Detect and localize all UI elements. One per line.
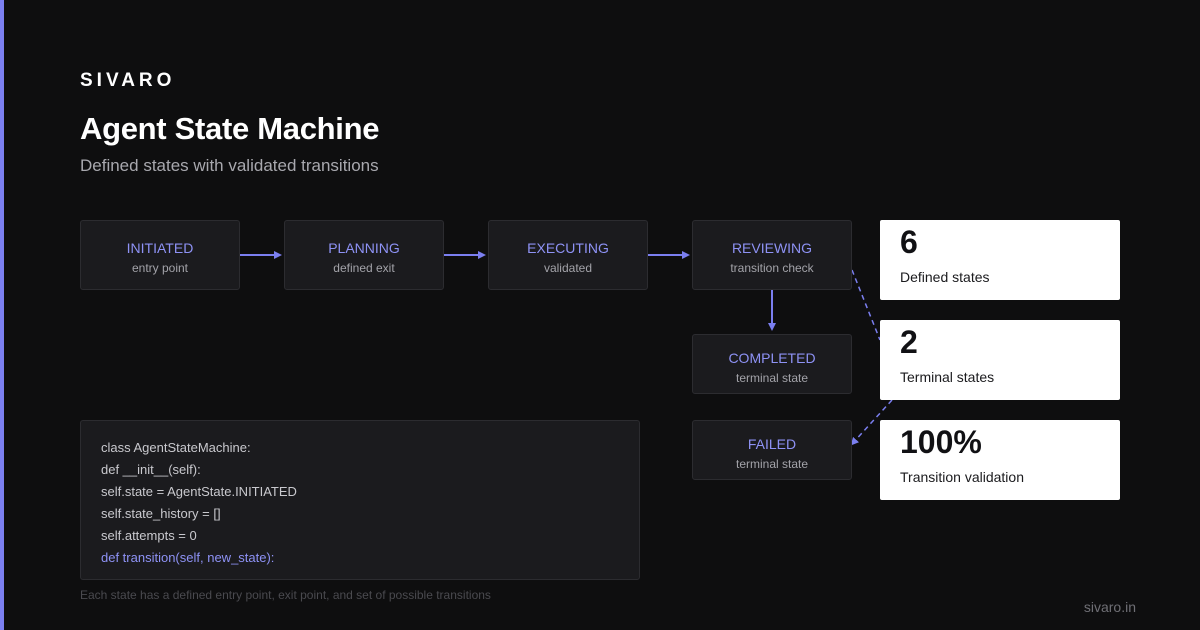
- state-name: FAILED: [747, 436, 797, 452]
- stat-label: Defined states: [900, 269, 990, 285]
- state-description: defined exit: [333, 261, 395, 275]
- stat-card-terminal-states: 2 Terminal states: [880, 320, 1120, 400]
- stat-card-transition-validation: 100% Transition validation: [880, 420, 1120, 500]
- brand-logo: SIVARO: [80, 70, 176, 91]
- code-line: self.attempts = 0: [101, 528, 197, 543]
- accent-bar: [0, 0, 4, 630]
- stat-value: 2: [900, 324, 918, 360]
- stat-value: 6: [900, 224, 918, 260]
- state-description: validated: [543, 261, 593, 275]
- code-line: def __init__(self):: [101, 462, 201, 477]
- page-title: Agent State Machine: [80, 111, 380, 146]
- state-description: terminal state: [735, 371, 809, 385]
- state-name: EXECUTING: [527, 240, 609, 256]
- code-line: self.state = AgentState.INITIATED: [101, 484, 297, 499]
- caption: Each state has a defined entry point, ex…: [80, 588, 491, 602]
- stat-card-defined-states: 6 Defined states: [880, 220, 1120, 300]
- code-line-highlighted: def transition(self, new_state):: [101, 550, 275, 565]
- code-line: self.state_history = []: [101, 506, 221, 521]
- state-planning: PLANNING defined exit: [284, 220, 444, 290]
- stat-label: Transition validation: [900, 469, 1024, 485]
- code-line: class AgentStateMachine:: [101, 440, 251, 455]
- state-name: REVIEWING: [731, 240, 813, 256]
- state-executing: EXECUTING validated: [488, 220, 648, 290]
- state-failed: FAILED terminal state: [692, 420, 852, 480]
- state-name: INITIATED: [126, 240, 194, 256]
- state-initiated: INITIATED entry point: [80, 220, 240, 290]
- state-name: COMPLETED: [728, 350, 816, 366]
- page-subtitle: Defined states with validated transition…: [80, 156, 379, 175]
- state-description: terminal state: [735, 457, 809, 471]
- stat-label: Terminal states: [900, 369, 995, 385]
- state-completed: COMPLETED terminal state: [692, 334, 852, 394]
- state-description: transition check: [730, 261, 814, 275]
- arrow-reviewing-stat-link: [851, 269, 881, 341]
- stat-value: 100%: [900, 424, 982, 460]
- state-name: PLANNING: [328, 240, 400, 256]
- footer-url[interactable]: sivaro.in: [1084, 599, 1136, 615]
- code-block: class AgentStateMachine: def __init__(se…: [80, 420, 640, 580]
- state-description: entry point: [131, 261, 189, 275]
- state-reviewing: REVIEWING transition check: [692, 220, 852, 290]
